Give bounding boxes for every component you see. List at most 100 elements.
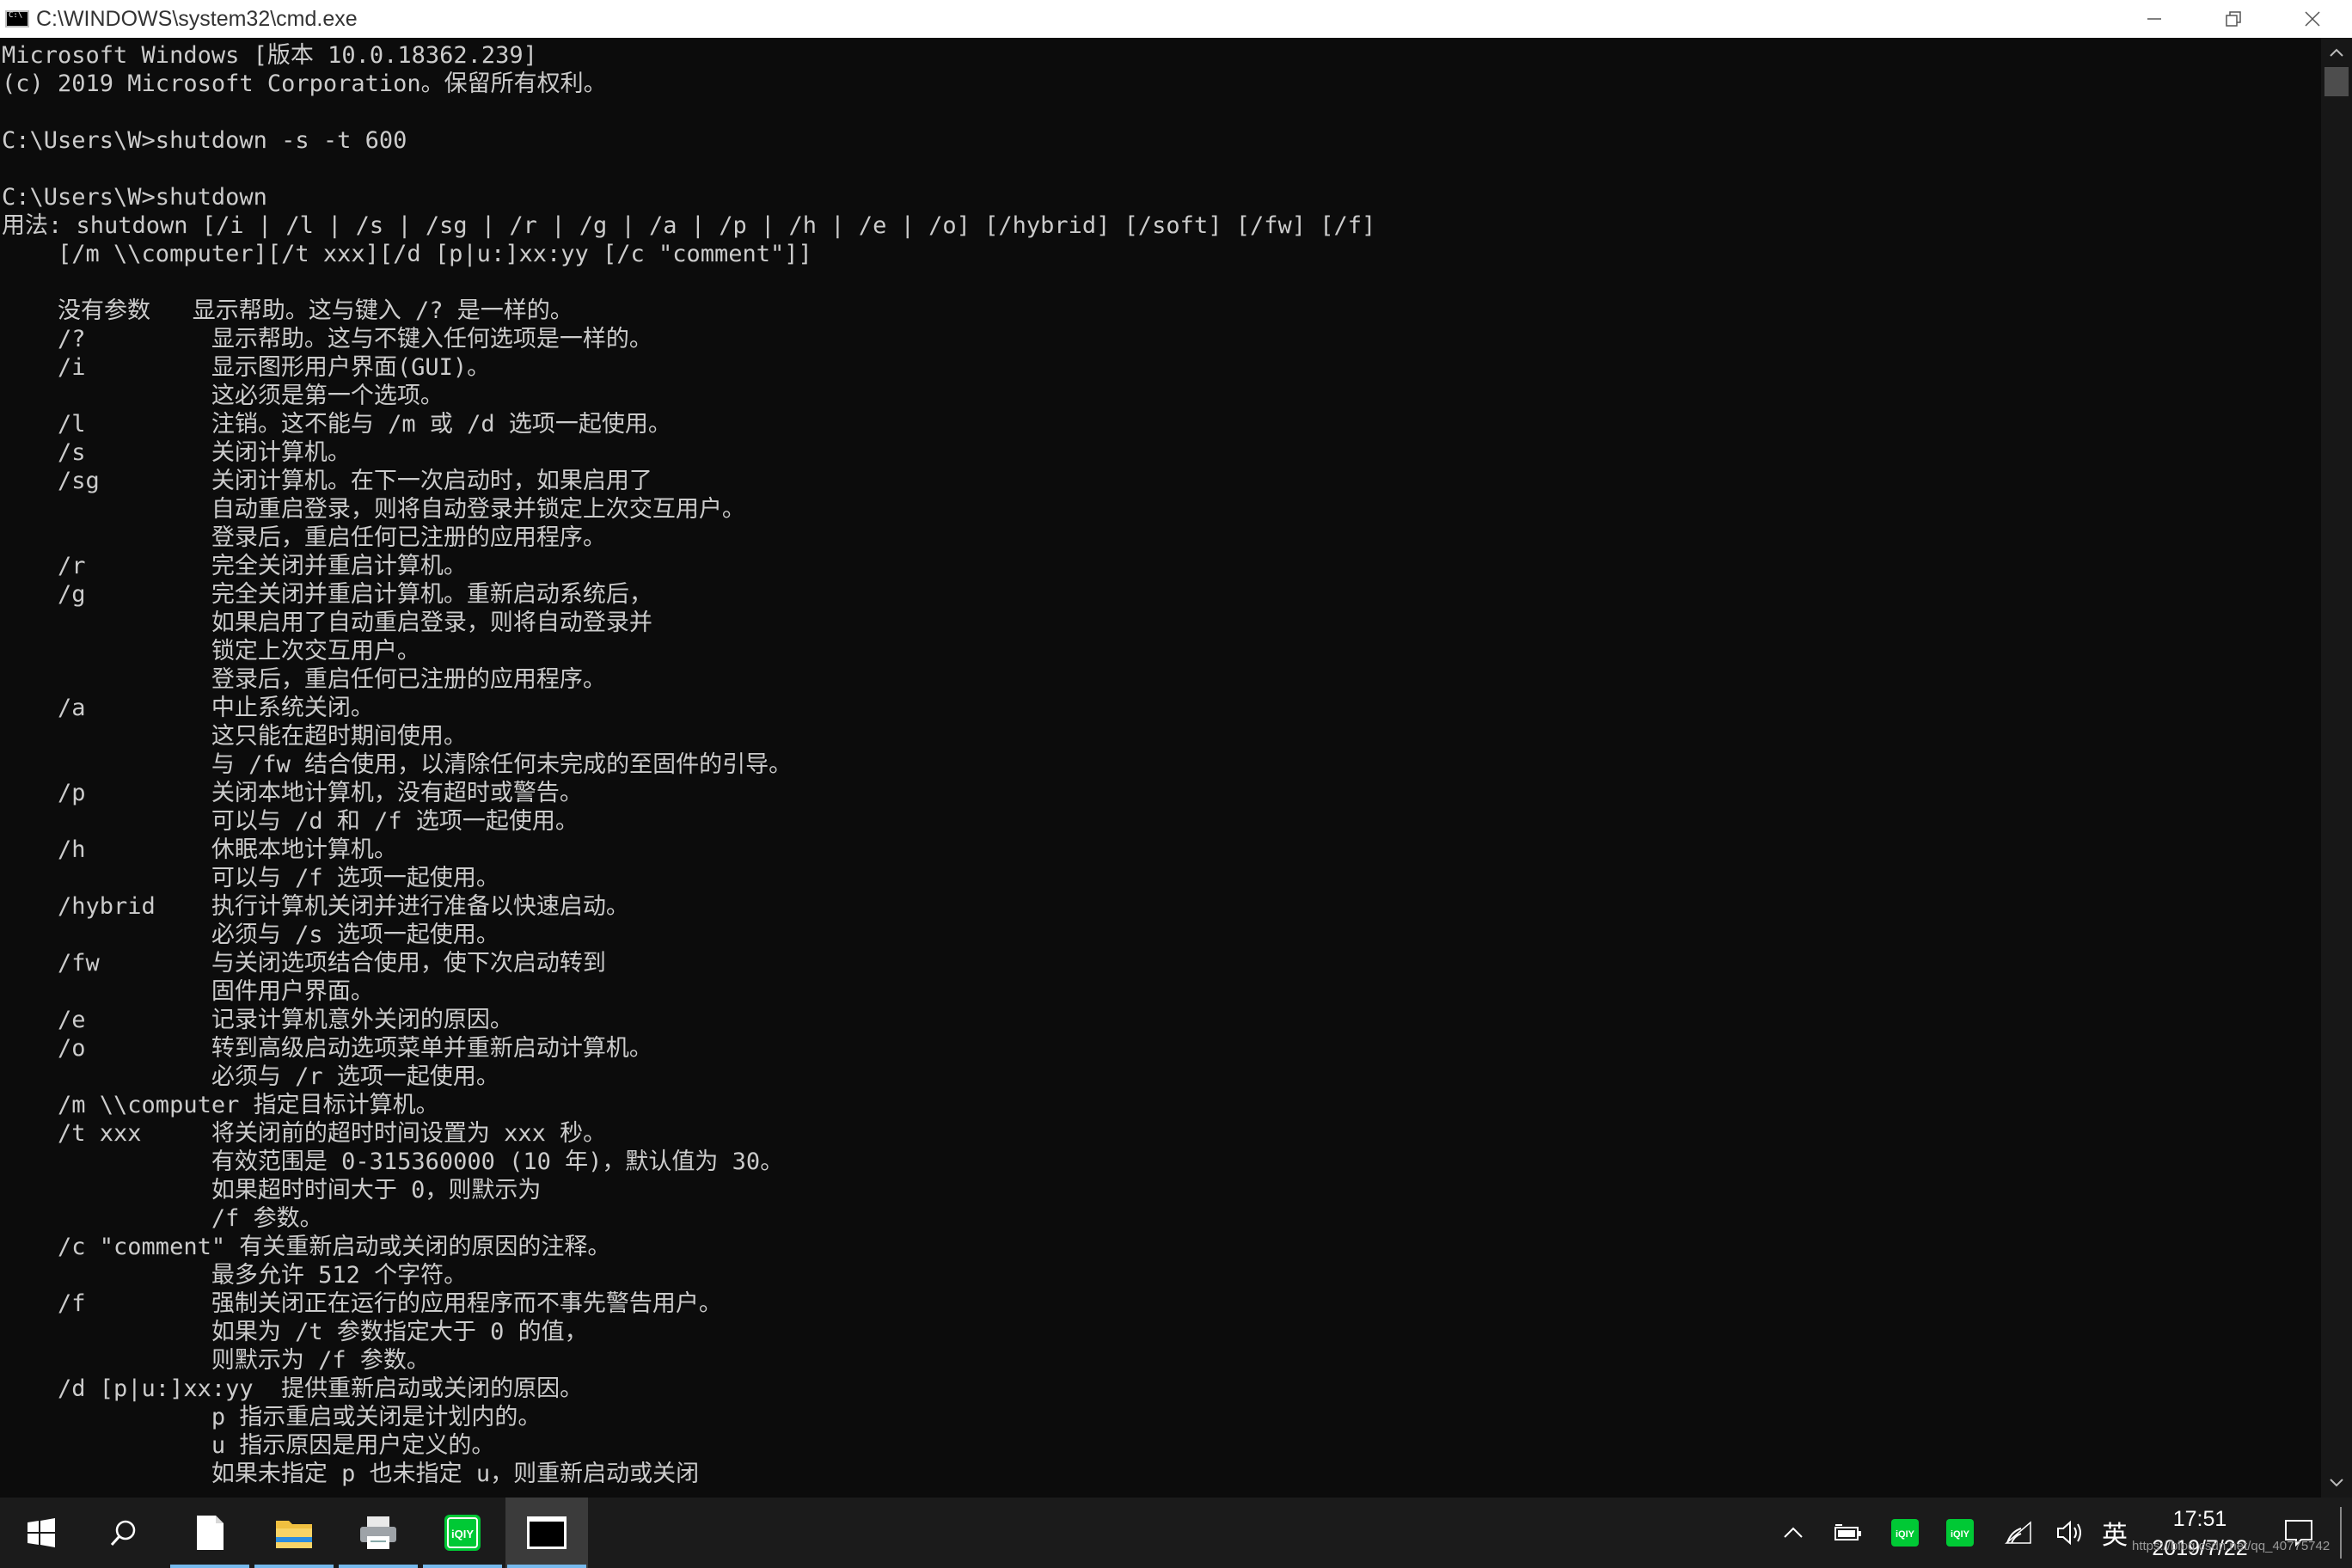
search-icon: [110, 1520, 136, 1547]
chevron-down-icon: [2330, 1479, 2343, 1487]
windows-logo-icon: [28, 1518, 55, 1547]
console-line: 必须与 /r 选项一起使用。: [2, 1063, 499, 1090]
console-line: /a 中止系统关闭。: [2, 695, 374, 721]
taskbar-file-explorer[interactable]: [253, 1498, 335, 1568]
console-line: 如果为 /t 参数指定大于 0 的值，: [2, 1319, 588, 1345]
taskbar: iQIY iQIY iQIY 英 17:51 2019/7/22: [0, 1498, 2352, 1568]
console-line: /c "comment" 有关重新启动或关闭的原因的注释。: [2, 1234, 611, 1260]
console-line: 自动重启登录，则将自动登录并锁定上次交互用户。: [2, 496, 745, 523]
restore-icon: [2226, 11, 2241, 27]
window-title: C:\WINDOWS\system32\cmd.exe: [36, 6, 358, 31]
tray-iqiyi-2[interactable]: iQIY: [1941, 1498, 1979, 1568]
console-line: p 指示重启或关闭是计划内的。: [2, 1404, 542, 1430]
title-bar[interactable]: C:\WINDOWS\system32\cmd.exe: [0, 0, 2352, 38]
scroll-thumb[interactable]: [2324, 67, 2349, 96]
console-line: /m \\computer 指定目标计算机。: [2, 1092, 439, 1118]
console-line: /? 显示帮助。这与不键入任何选项是一样的。: [2, 326, 652, 352]
cmd-icon[interactable]: [5, 10, 29, 28]
console-area[interactable]: Microsoft Windows [版本 10.0.18362.239] (c…: [0, 38, 2321, 1498]
restore-button[interactable]: [2194, 0, 2273, 38]
console-line: /h 休眠本地计算机。: [2, 836, 397, 863]
console-line: 固件用户界面。: [2, 978, 374, 1005]
window-controls: [2115, 0, 2352, 38]
console-line: /i 显示图形用户界面(GUI)。: [2, 354, 491, 381]
taskbar-cmd[interactable]: [505, 1498, 588, 1568]
ime-indicator[interactable]: 英: [2098, 1498, 2132, 1568]
clock-time: 17:51: [2172, 1507, 2227, 1531]
console-line: 与 /fw 结合使用，以清除任何未完成的至固件的引导。: [2, 751, 793, 778]
console-line: 最多允许 512 个字符。: [2, 1262, 468, 1289]
tray-overflow-button[interactable]: [1776, 1498, 1810, 1568]
console-line: 可以与 /d 和 /f 选项一起使用。: [2, 808, 579, 835]
iqiyi-icon: iQIY: [444, 1515, 481, 1551]
show-desktop-button[interactable]: [2340, 1507, 2347, 1559]
console-line: 这只能在超时期间使用。: [2, 723, 467, 750]
console-line: 如果超时时间大于 0，则默示为: [2, 1177, 542, 1204]
iqiyi-icon: iQIY: [1946, 1519, 1974, 1547]
console-line: /r 完全关闭并重启计算机。: [2, 553, 467, 579]
console-line: /f 强制关闭正在运行的应用程序而不事先警告用户。: [2, 1290, 722, 1317]
action-center-button[interactable]: [2273, 1498, 2324, 1568]
console-line: 锁定上次交互用户。: [2, 638, 420, 665]
search-button[interactable]: [83, 1498, 165, 1568]
console-line: /t xxx 将关闭前的超时时间设置为 xxx 秒。: [2, 1120, 607, 1147]
document-icon: [197, 1516, 224, 1550]
console-line: 如果未指定 p 也未指定 u，则重新启动或关闭: [2, 1461, 700, 1487]
console-line: 必须与 /s 选项一起使用。: [2, 922, 499, 948]
iqiyi-icon: iQIY: [1891, 1519, 1919, 1547]
minimize-button[interactable]: [2115, 0, 2194, 38]
console-line: /sg 关闭计算机。在下一次启动时，如果启用了: [2, 468, 652, 494]
console-line: 可以与 /f 选项一起使用。: [2, 865, 499, 891]
console-line: /s 关闭计算机。: [2, 439, 351, 466]
console-line: /p 关闭本地计算机，没有超时或警告。: [2, 780, 583, 806]
console-line: 则默示为 /f 参数。: [2, 1347, 430, 1374]
console-line: u 指示原因是用户定义的。: [2, 1432, 495, 1459]
console-line: /f 参数。: [2, 1205, 323, 1232]
chevron-up-icon: [1784, 1527, 1803, 1538]
tray-network[interactable]: [2000, 1498, 2037, 1568]
tray-battery[interactable]: [1829, 1498, 1867, 1568]
watermark: https://blog.csdn.net/qq_40775742: [2132, 1539, 2331, 1553]
close-button[interactable]: [2273, 0, 2352, 38]
console-line: /o 转到高级启动选项菜单并重新启动计算机。: [2, 1035, 652, 1062]
console-line: 没有参数 显示帮助。这与键入 /? 是一样的。: [2, 297, 573, 324]
close-icon: [2305, 11, 2320, 27]
console-line: (c) 2019 Microsoft Corporation。保留所有权利。: [2, 70, 607, 97]
start-button[interactable]: [0, 1498, 83, 1568]
console-line: 有效范围是 0-315360000 (10 年)，默认值为 30。: [2, 1148, 784, 1175]
console-line: [/m \\computer][/t xxx][/d [p|u:]xx:yy […: [2, 241, 812, 267]
console-line: /d [p|u:]xx:yy 提供重新启动或关闭的原因。: [2, 1375, 584, 1402]
chevron-up-icon: [2330, 48, 2343, 57]
wifi-icon: [2004, 1521, 2031, 1544]
svg-text:iQIY: iQIY: [451, 1528, 474, 1540]
console-line: /hybrid 执行计算机关闭并进行准备以快速启动。: [2, 893, 629, 920]
terminal-icon: [527, 1516, 567, 1549]
console-line: C:\Users\W>shutdown -s -t 600: [2, 127, 407, 154]
console-line: Microsoft Windows [版本 10.0.18362.239]: [2, 42, 537, 69]
console-line: /e 记录计算机意外关闭的原因。: [2, 1007, 513, 1033]
console-output: Microsoft Windows [版本 10.0.18362.239] (c…: [0, 38, 2321, 1488]
taskbar-document-app[interactable]: [168, 1498, 251, 1568]
scroll-up-button[interactable]: [2321, 38, 2352, 67]
console-line: C:\Users\W>shutdown: [2, 184, 267, 211]
console-line: 这必须是第一个选项。: [2, 383, 444, 409]
console-line: 登录后，重启任何已注册的应用程序。: [2, 524, 606, 551]
console-line: 如果启用了自动重启登录，则将自动登录并: [2, 609, 652, 636]
clock[interactable]: 17:51 2019/7/22: [2135, 1504, 2264, 1563]
scroll-down-button[interactable]: [2321, 1468, 2352, 1498]
speaker-icon: [2057, 1520, 2081, 1546]
svg-text:iQIY: iQIY: [1951, 1529, 1970, 1540]
tray-iqiyi-1[interactable]: iQIY: [1886, 1498, 1924, 1568]
battery-icon: [1834, 1524, 1861, 1540]
taskbar-printer-app[interactable]: [337, 1498, 420, 1568]
vertical-scrollbar[interactable]: [2321, 38, 2352, 1498]
console-line: /fw 与关闭选项结合使用，使下次启动转到: [2, 950, 606, 977]
folder-icon: [276, 1521, 312, 1548]
printer-icon: [360, 1516, 396, 1549]
tray-volume[interactable]: [2051, 1498, 2089, 1568]
console-line: 登录后，重启任何已注册的应用程序。: [2, 666, 606, 693]
svg-text:iQIY: iQIY: [1896, 1529, 1915, 1540]
console-line: 用法: shutdown [/i | /l | /s | /sg | /r | …: [2, 212, 1376, 239]
taskbar-iqiyi[interactable]: iQIY: [421, 1498, 504, 1568]
minimize-icon: [2147, 18, 2161, 20]
